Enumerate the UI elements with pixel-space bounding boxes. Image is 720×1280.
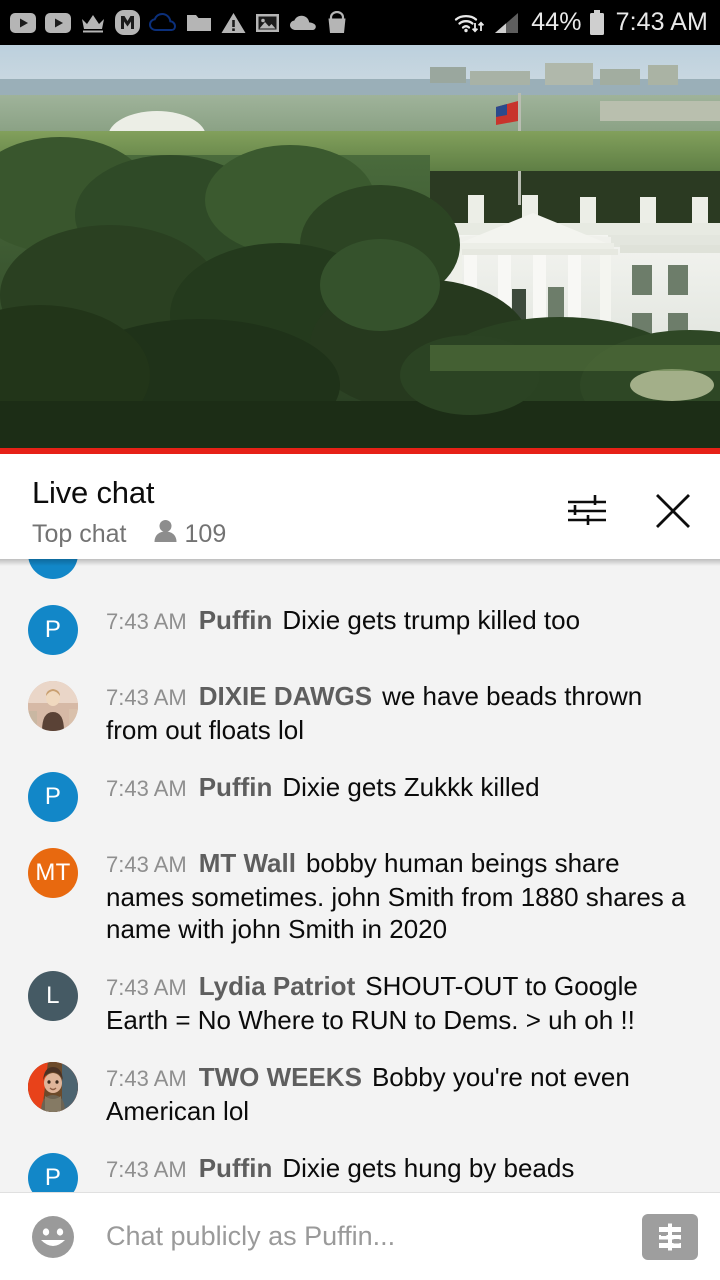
wifi-data-icon <box>453 10 487 36</box>
avatar-photo-woman-light-photo <box>28 681 78 731</box>
message-text: Dixie gets hung by beads <box>282 1153 575 1183</box>
chat-message[interactable]: P 7:43 AM Puffin Dixie gets Zukkk killed <box>0 758 720 834</box>
avatar-initials: P <box>44 616 62 643</box>
message-text: Dixie gets Zukkk killed <box>282 772 540 802</box>
chat-message-line <box>106 559 698 562</box>
chat-message-body: 7:43 AM Puffin Dixie gets Zukkk killed <box>106 770 698 805</box>
live-chat-message-list[interactable]: P 7:43 AM Puffin Dixie gets trump killed t… <box>0 559 720 1192</box>
tune-sliders-icon[interactable] <box>564 488 610 534</box>
avatar <box>28 559 78 579</box>
video-player[interactable] <box>0 45 720 448</box>
clock-label: 7:43 AM <box>615 8 708 36</box>
chat-message-body: 7:43 AM Puffin Dixie gets trump killed too <box>106 603 698 638</box>
message-timestamp: 7:43 AM <box>106 1157 187 1182</box>
chat-message-body: 7:43 AM TWO WEEKS Bobby you're not even Am… <box>106 1060 698 1127</box>
chat-message-body: 7:43 AM Puffin Dixie gets hung by beads <box>106 1151 698 1186</box>
status-bar-notification-icons <box>10 10 453 35</box>
cloud-icon <box>289 14 317 32</box>
chat-message-partial[interactable] <box>0 559 720 591</box>
chat-message-line: 7:43 AM Lydia Patriot SHOUT-OUT to Google … <box>106 970 698 1036</box>
super-chat-dollar-icon[interactable] <box>642 1213 698 1260</box>
message-author[interactable]: MT Wall <box>199 848 296 878</box>
live-chat-subheader: Top chat 109 <box>32 518 564 549</box>
avatar: L <box>28 971 78 1021</box>
message-author[interactable]: DIXIE DAWGS <box>199 681 372 711</box>
message-author[interactable]: TWO WEEKS <box>199 1062 362 1092</box>
chat-message[interactable]: 7:43 AM DIXIE DAWGS we have beads thrown f… <box>0 667 720 758</box>
viewer-count-group: 109 <box>153 518 227 549</box>
message-timestamp: 7:43 AM <box>106 975 187 1000</box>
message-timestamp: 7:43 AM <box>106 852 187 877</box>
chat-message-line: 7:43 AM Puffin Dixie gets hung by beads <box>106 1152 698 1186</box>
message-text: Dixie gets trump killed too <box>282 605 581 635</box>
m-logo-icon <box>115 10 140 35</box>
youtube-play-icon <box>10 12 36 33</box>
chat-mode-label[interactable]: Top chat <box>32 519 127 549</box>
chat-message[interactable]: P 7:43 AM Puffin Dixie gets trump killed t… <box>0 591 720 667</box>
emoji-smiley-icon[interactable] <box>28 1212 78 1262</box>
message-timestamp: 7:43 AM <box>106 1066 187 1091</box>
chat-message-line: 7:43 AM MT Wall bobby human beings share n… <box>106 847 698 945</box>
chat-message-line: 7:43 AM Puffin Dixie gets Zukkk killed <box>106 771 698 805</box>
avatar: P <box>28 772 78 822</box>
live-chat-header-text: Live chat Top chat 109 <box>32 474 564 549</box>
folder-icon <box>186 12 212 33</box>
avatar <box>28 1062 78 1112</box>
avatar: P <box>28 605 78 655</box>
message-timestamp: 7:43 AM <box>106 609 187 634</box>
avatar-photo-person-red-photo <box>28 1062 78 1112</box>
avatar-initials: MT <box>35 859 71 886</box>
avatar-initials: P <box>44 783 62 810</box>
search-input[interactable] <box>106 1221 642 1252</box>
avatar: P <box>28 1153 78 1192</box>
cloud-outline-icon <box>149 12 177 33</box>
viewer-count-label: 109 <box>184 519 227 548</box>
shopping-bag-icon <box>326 11 348 34</box>
video-frame-image <box>0 45 720 448</box>
chat-message[interactable]: MT 7:43 AM MT Wall bobby human beings shar… <box>0 834 720 957</box>
message-timestamp: 7:43 AM <box>106 776 187 801</box>
avatar-initials: L <box>46 982 60 1009</box>
message-author[interactable]: Puffin <box>199 772 273 802</box>
live-chat-header-actions <box>564 474 696 534</box>
chat-message[interactable]: L 7:43 AM Lydia Patriot SHOUT-OUT to Googl… <box>0 957 720 1048</box>
live-chat-header: Live chat Top chat 109 <box>0 454 720 559</box>
battery-icon <box>588 9 606 36</box>
app-root: 44% 7:43 AM Live chat Top chat 109 P 7:4… <box>0 0 720 1280</box>
message-author[interactable]: Lydia Patriot <box>199 971 356 1001</box>
message-text: bobby human beings share names sometimes… <box>106 848 686 944</box>
chat-message-line: 7:43 AM DIXIE DAWGS we have beads thrown f… <box>106 680 698 746</box>
chat-message-body: 7:43 AM Lydia Patriot SHOUT-OUT to Google … <box>106 969 698 1036</box>
person-icon <box>153 518 178 549</box>
avatar <box>28 681 78 731</box>
battery-percent-label: 44% <box>531 8 582 36</box>
warning-triangle-icon <box>221 12 246 34</box>
chat-message-body: 7:43 AM MT Wall bobby human beings share n… <box>106 846 698 945</box>
page-title: Live chat <box>32 475 155 510</box>
close-x-icon[interactable] <box>650 488 696 534</box>
chat-input-bar <box>0 1192 720 1280</box>
chat-message-body: 7:43 AM DIXIE DAWGS we have beads thrown f… <box>106 679 698 746</box>
image-icon <box>255 12 280 34</box>
message-author[interactable]: Puffin <box>199 1153 273 1183</box>
status-bar-system-icons: 44% 7:43 AM <box>453 9 708 36</box>
crown-icon <box>80 12 106 34</box>
message-timestamp: 7:43 AM <box>106 685 187 710</box>
avatar-initials: P <box>44 1164 62 1191</box>
youtube-play-icon <box>45 12 71 33</box>
chat-message-body <box>106 559 698 562</box>
signal-bars-icon <box>493 10 521 36</box>
message-author[interactable]: Puffin <box>199 605 273 635</box>
avatar: MT <box>28 848 78 898</box>
chat-message-line: 7:43 AM TWO WEEKS Bobby you're not even Am… <box>106 1061 698 1127</box>
status-bar: 44% 7:43 AM <box>0 0 720 45</box>
chat-message[interactable]: 7:43 AM TWO WEEKS Bobby you're not even Am… <box>0 1048 720 1139</box>
chat-message-line: 7:43 AM Puffin Dixie gets trump killed too <box>106 604 698 638</box>
chat-message[interactable]: P 7:43 AM Puffin Dixie gets hung by beads <box>0 1139 720 1192</box>
